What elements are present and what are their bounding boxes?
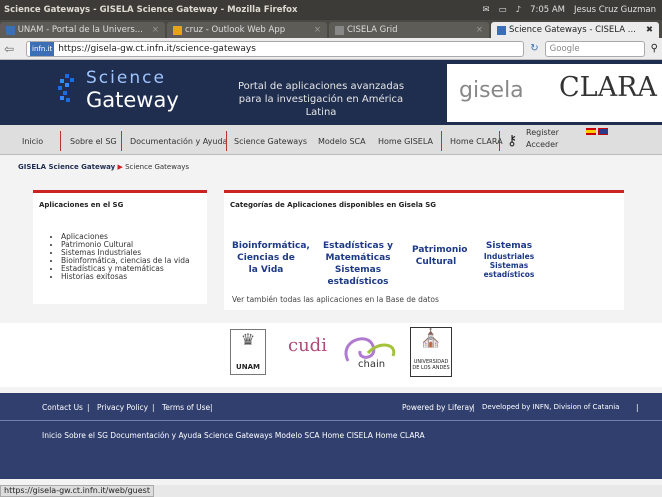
see-all-link[interactable]: Ver también todas las aplicaciones en la… xyxy=(232,295,439,304)
category-sistemas[interactable]: Sistemas Industriales Sistemas estadísti… xyxy=(468,240,550,279)
los-andes-logo[interactable]: ⛪ UNIVERSIDAD DE LOS ANDES xyxy=(410,327,452,377)
breadcrumb-home[interactable]: GISELA Science Gateway xyxy=(18,163,115,171)
category-estadisticas[interactable]: Estadísticas y Matemáticas Sistemas esta… xyxy=(306,240,410,288)
url-text: https://gisela-gw.ct.infn.it/science-gat… xyxy=(58,43,256,54)
breadcrumb-current[interactable]: Science Gateways xyxy=(125,163,189,171)
status-url: https://gisela-gw.ct.infn.it/web/guest xyxy=(0,485,154,497)
clock[interactable]: 7:05 AM xyxy=(530,0,565,20)
apps-box: Aplicaciones en el SG Aplicaciones Patri… xyxy=(33,190,207,304)
site-identity[interactable]: infn.it xyxy=(30,41,55,56)
footer-privacy-link[interactable]: Privacy Policy xyxy=(97,403,148,412)
sponsor-strip: ♛ UNAM cudi chain ⛪ UNIVERSIDAD DE LOS A… xyxy=(0,323,662,387)
url-bar[interactable]: infn.it https://gisela-gw.ct.infn.it/sci… xyxy=(26,40,525,57)
cudi-logo[interactable]: cudi xyxy=(288,335,327,356)
logo-text-gateway: Gateway xyxy=(86,88,179,112)
tab-gisela-grid[interactable]: CISELA Grid × xyxy=(329,22,489,38)
categories-box-title: Categorías de Aplicaciones disponibles e… xyxy=(230,201,437,209)
chain-logo[interactable]: chain xyxy=(338,331,400,375)
navigation-bar: ⇦ infn.it https://gisela-gw.ct.infn.it/s… xyxy=(0,38,662,60)
category-patrimonio[interactable]: Patrimonio Cultural xyxy=(412,244,468,268)
science-gateway-logo-icon xyxy=(58,74,74,102)
menu-item-sobre[interactable]: Sobre el SG xyxy=(70,137,117,146)
browser-tabs: UNAM - Portal de la Univers... × cruz - O… xyxy=(0,20,662,38)
volume-icon[interactable]: ♪ xyxy=(516,0,521,20)
breadcrumb: GISELA Science Gateway ▶ Science Gateway… xyxy=(18,163,189,171)
mail-icon[interactable]: ✉ xyxy=(482,0,489,20)
user-menu[interactable]: Jesus Cruz Guzman xyxy=(574,0,656,20)
menu-item-modelo-sca[interactable]: Modelo SCA xyxy=(318,137,366,146)
tab-outlook[interactable]: cruz - Outlook Web App × xyxy=(167,22,327,38)
footer-contact-link[interactable]: Contact Us xyxy=(42,403,83,412)
site-header: Science Gateway Portal de aplicaciones a… xyxy=(0,60,662,125)
menu-separator xyxy=(60,131,61,151)
favicon-icon xyxy=(173,25,182,35)
tab-science-gateways[interactable]: Science Gateways - CISELA ... ✖ xyxy=(491,22,659,38)
menu-item-science-gateways[interactable]: Science Gateways xyxy=(234,137,307,146)
menu-item-inicio[interactable]: Inicio xyxy=(22,137,43,146)
tab-unam[interactable]: UNAM - Portal de la Univers... × xyxy=(0,22,165,38)
footer-developed[interactable]: Developed by INFN, Division of Catania xyxy=(482,403,619,411)
unam-logo[interactable]: ♛ UNAM xyxy=(230,329,266,375)
login-link[interactable]: Acceder xyxy=(526,140,558,149)
gisela-logo[interactable]: gisela xyxy=(459,78,524,103)
close-icon[interactable]: × xyxy=(470,22,483,38)
page-content: Science Gateway Portal de aplicaciones a… xyxy=(0,60,662,485)
system-tray: ✉ ▭ ♪ 7:05 AM Jesus Cruz Guzman xyxy=(482,0,662,20)
english-flag-icon[interactable] xyxy=(598,128,608,135)
menu-separator xyxy=(226,131,227,151)
back-icon[interactable]: ⇦ xyxy=(4,42,20,56)
menu-item-home-clara[interactable]: Home CLARA xyxy=(450,137,503,146)
window-titlebar: Science Gateways - GISELA Science Gatewa… xyxy=(0,0,662,20)
reload-icon[interactable]: ↻ xyxy=(530,43,538,54)
favicon-icon xyxy=(335,25,344,35)
footer-links[interactable]: Inicio Sobre el SG Documentación y Ayuda… xyxy=(42,431,425,440)
apps-link[interactable]: Historias exitosas xyxy=(61,273,207,281)
clara-logo[interactable]: CLARA xyxy=(559,72,657,103)
portal-tagline: Portal de aplicaciones avanzadas para la… xyxy=(237,81,405,118)
favicon-icon xyxy=(497,25,506,35)
menu-item-home-gisela[interactable]: Home GISELA xyxy=(378,137,433,146)
battery-icon[interactable]: ▭ xyxy=(499,0,507,20)
footer-powered[interactable]: Powered by Liferay xyxy=(402,403,474,412)
key-icon: ⚷ xyxy=(507,133,518,149)
window-title: Science Gateways - GISELA Science Gatewa… xyxy=(4,5,298,15)
register-link[interactable]: Register xyxy=(526,128,559,137)
menu-item-documentacion[interactable]: Documentación y Ayuda xyxy=(130,137,227,146)
menu-separator xyxy=(441,131,442,151)
footer-divider xyxy=(0,420,662,421)
favicon-icon xyxy=(6,25,15,35)
close-icon[interactable]: × xyxy=(308,22,321,38)
site-footer: Contact Us | Privacy Policy | Terms of U… xyxy=(0,393,662,479)
main-menu: Inicio Sobre el SG Documentación y Ayuda… xyxy=(0,125,662,155)
search-icon[interactable]: ⚲ xyxy=(651,43,658,54)
search-input[interactable]: Google xyxy=(544,40,645,57)
spanish-flag-icon[interactable] xyxy=(586,128,596,135)
partner-logos: gisela CLARA xyxy=(447,64,662,122)
close-icon[interactable]: ✖ xyxy=(640,22,653,38)
browser-status-bar: https://gisela-gw.ct.infn.it/web/guest xyxy=(0,485,662,497)
logo-text-science: Science xyxy=(86,68,166,88)
menu-separator xyxy=(499,131,500,151)
menu-separator xyxy=(121,131,122,151)
apps-box-title: Aplicaciones en el SG xyxy=(39,201,124,209)
category-bioinformatica[interactable]: Bioinformática, Ciencias de la Vida xyxy=(232,240,310,276)
breadcrumb-arrow-icon: ▶ xyxy=(117,163,123,171)
footer-terms-link[interactable]: Terms of Use xyxy=(162,403,210,412)
close-icon[interactable]: × xyxy=(146,22,159,38)
